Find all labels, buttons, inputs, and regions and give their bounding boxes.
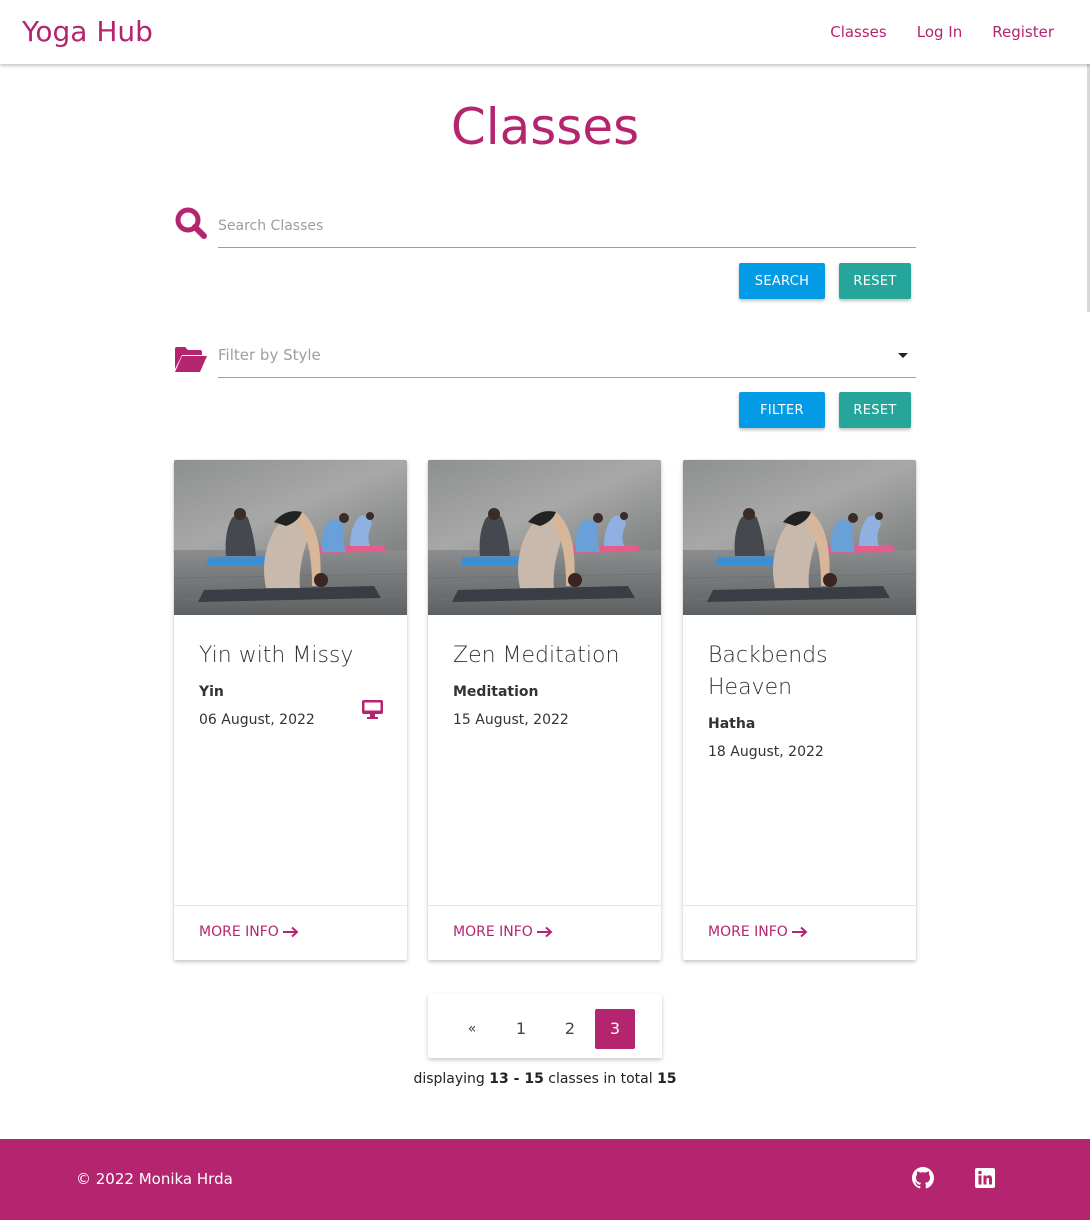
- summary-middle: classes in total: [548, 1071, 653, 1087]
- class-card: Backbends Heaven Hatha 18 August, 2022 M…: [683, 460, 916, 960]
- arrow-right-icon: [536, 926, 553, 938]
- class-title: Backbends Heaven: [708, 643, 828, 700]
- more-info-link[interactable]: MORE INFO: [708, 924, 808, 940]
- nav-links: Classes Log In Register: [830, 23, 1054, 41]
- class-style: Meditation: [453, 684, 539, 700]
- search-row: [174, 206, 916, 256]
- more-info-label: MORE INFO: [199, 924, 279, 940]
- class-style: Hatha: [708, 716, 756, 732]
- class-image: [428, 460, 661, 615]
- class-date: 15 August, 2022: [453, 712, 569, 728]
- card-action: MORE INFO: [174, 905, 407, 960]
- nav-link-classes[interactable]: Classes: [830, 23, 887, 41]
- search-icon: [175, 207, 207, 239]
- linkedin-icon[interactable]: [974, 1167, 996, 1189]
- pagination: « 1 2 3: [428, 994, 662, 1058]
- arrow-right-icon: [791, 926, 808, 938]
- filter-button[interactable]: FILTER: [739, 392, 825, 428]
- summary-total: 15: [657, 1071, 677, 1087]
- class-date: 06 August, 2022: [199, 712, 315, 728]
- more-info-link[interactable]: MORE INFO: [199, 924, 299, 940]
- class-title: Yin with Missy: [199, 643, 354, 668]
- class-card: Zen Meditation Meditation 15 August, 202…: [428, 460, 661, 960]
- pagination-prev[interactable]: «: [452, 1009, 492, 1049]
- card-action: MORE INFO: [428, 905, 661, 960]
- more-info-link[interactable]: MORE INFO: [453, 924, 553, 940]
- class-image: [683, 460, 916, 615]
- class-title: Zen Meditation: [453, 643, 620, 668]
- filter-row: Filter by Style: [174, 336, 916, 386]
- copyright: © 2022 Monika Hrda: [76, 1170, 233, 1188]
- brand-logo[interactable]: Yoga Hub: [22, 15, 153, 48]
- more-info-label: MORE INFO: [453, 924, 533, 940]
- search-button[interactable]: SEARCH: [739, 263, 825, 299]
- folder-open-icon: [175, 347, 207, 372]
- search-reset-button[interactable]: RESET: [839, 263, 911, 299]
- arrow-right-icon: [282, 926, 299, 938]
- class-date: 18 August, 2022: [708, 744, 824, 760]
- search-field: [218, 206, 916, 248]
- class-card: Yin with Missy Yin 06 August, 2022 MORE …: [174, 460, 407, 960]
- search-input[interactable]: [218, 206, 916, 246]
- style-select[interactable]: Filter by Style: [218, 336, 916, 378]
- navbar: Yoga Hub Classes Log In Register: [0, 0, 1090, 64]
- more-info-label: MORE INFO: [708, 924, 788, 940]
- footer: © 2022 Monika Hrda: [0, 1139, 1090, 1220]
- nav-link-login[interactable]: Log In: [917, 23, 963, 41]
- pagination-page-3[interactable]: 3: [595, 1009, 635, 1049]
- github-icon[interactable]: [912, 1167, 934, 1189]
- style-select-placeholder: Filter by Style: [218, 346, 321, 364]
- nav-link-register[interactable]: Register: [992, 23, 1054, 41]
- pagination-page-2[interactable]: 2: [550, 1009, 590, 1049]
- class-image: [174, 460, 407, 615]
- filter-reset-button[interactable]: RESET: [839, 392, 911, 428]
- pagination-page-1[interactable]: 1: [501, 1009, 541, 1049]
- summary-prefix: displaying: [413, 1071, 485, 1087]
- page-title: Classes: [450, 98, 640, 156]
- summary-range: 13 - 15: [489, 1071, 544, 1087]
- class-style: Yin: [199, 684, 224, 700]
- pagination-summary: displaying 13 - 15 classes in total 15: [0, 1071, 1090, 1087]
- desktop-icon: [362, 700, 383, 719]
- chevron-down-icon: [898, 353, 908, 358]
- card-action: MORE INFO: [683, 905, 916, 960]
